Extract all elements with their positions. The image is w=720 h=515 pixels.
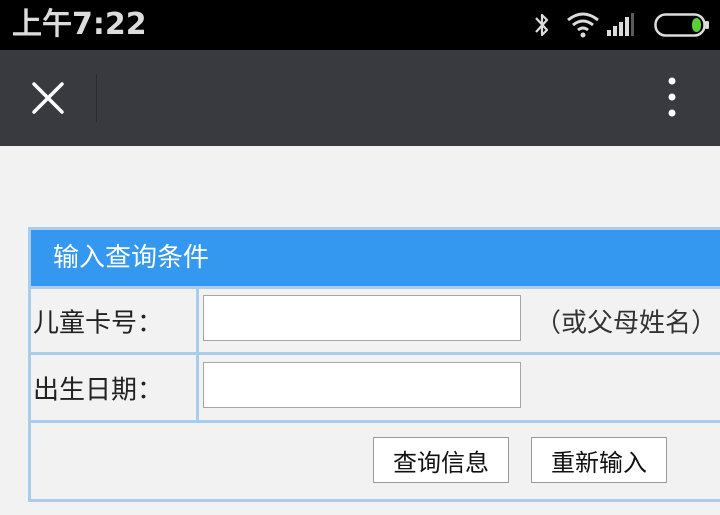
birth-date-label: 出生日期： [33, 375, 164, 405]
card-number-input[interactable] [203, 295, 521, 341]
label-cell: 出生日期： [31, 355, 199, 420]
nav-bar [0, 50, 720, 146]
reset-button[interactable]: 重新输入 [531, 437, 667, 483]
battery-icon [654, 13, 709, 37]
status-time: 上午7:22 [12, 7, 147, 42]
bluetooth-icon [535, 13, 549, 37]
form-header: 输入查询条件 [31, 230, 720, 286]
status-bar: 上午7:22 [0, 0, 720, 50]
query-form-panel: 输入查询条件 儿童卡号： （或父母姓名） 出生日期： 查询信息 重新输入 [28, 227, 720, 502]
wifi-icon [567, 12, 599, 38]
more-vertical-icon [668, 77, 676, 117]
birth-date-input[interactable] [203, 362, 521, 408]
more-button[interactable] [648, 76, 696, 120]
close-button[interactable] [18, 70, 78, 126]
query-button[interactable]: 查询信息 [373, 437, 509, 483]
form-row-birth-date: 出生日期： [31, 352, 720, 420]
nav-divider [96, 74, 97, 122]
label-cell: 儿童卡号： [31, 289, 199, 352]
page-content: 输入查询条件 儿童卡号： （或父母姓名） 出生日期： 查询信息 重新输入 [0, 146, 720, 515]
card-number-hint: （或父母姓名） [535, 308, 718, 338]
form-row-card-number: 儿童卡号： （或父母姓名） [31, 286, 720, 352]
signal-icon [607, 13, 634, 36]
card-number-label: 儿童卡号： [33, 308, 164, 338]
close-icon [32, 82, 64, 114]
form-row-actions: 查询信息 重新输入 [31, 420, 720, 502]
